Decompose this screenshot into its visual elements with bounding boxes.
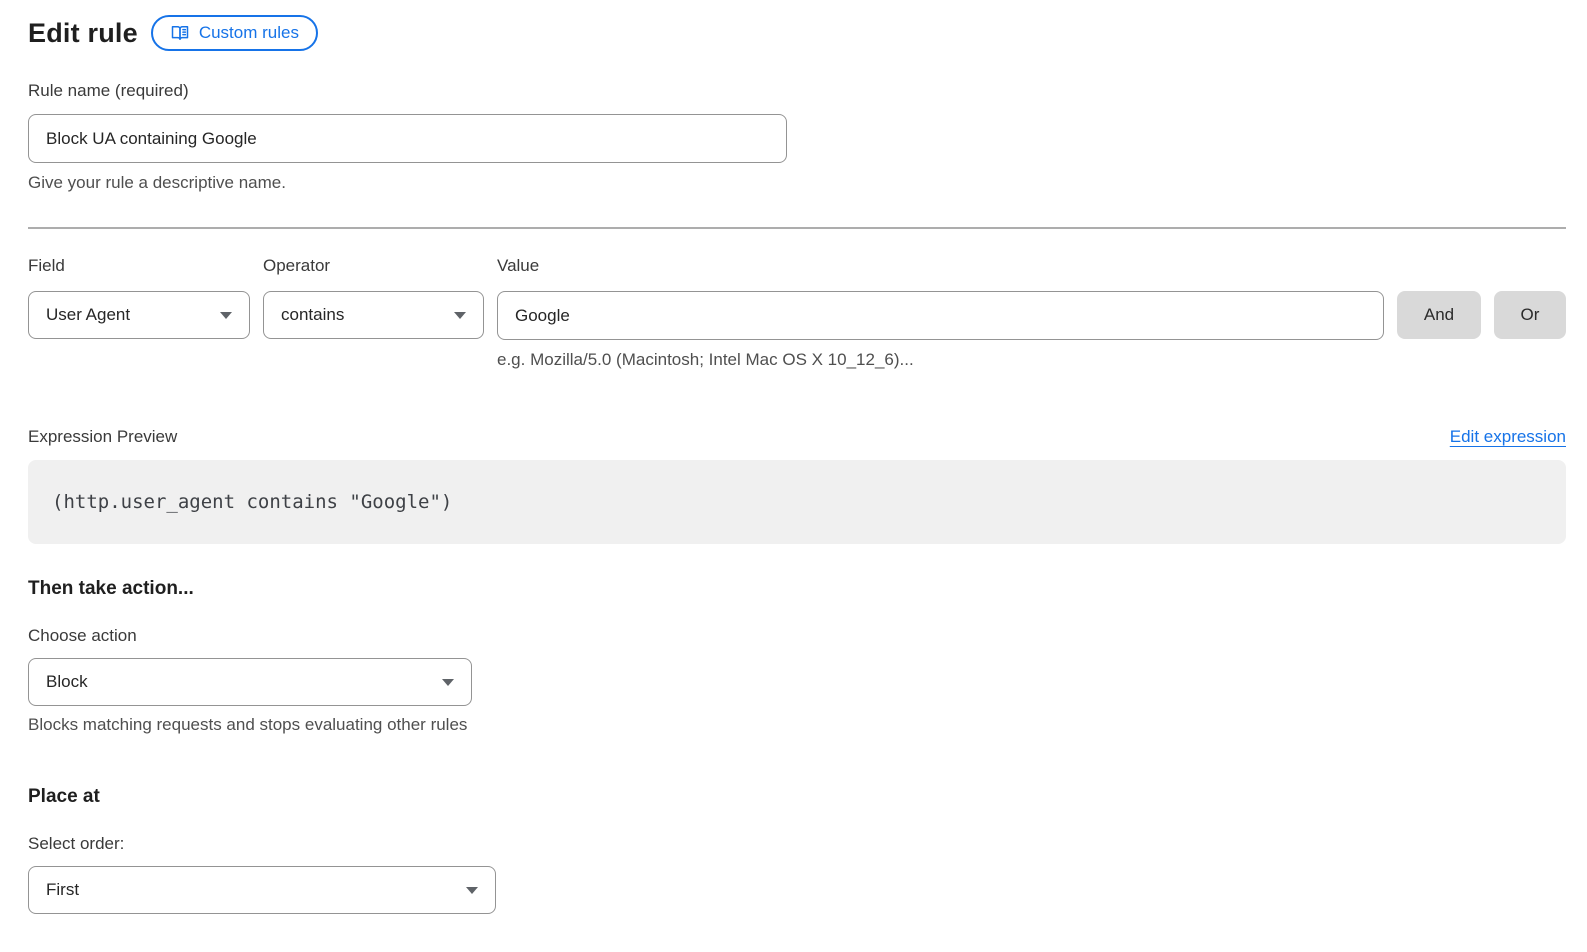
custom-rules-button[interactable]: Custom rules (151, 15, 318, 51)
value-input[interactable] (497, 291, 1384, 340)
expression-code: (http.user_agent contains "Google") (52, 491, 452, 513)
operator-select-value: contains (281, 305, 344, 325)
custom-rules-button-label: Custom rules (199, 23, 299, 43)
action-help: Blocks matching requests and stops evalu… (28, 715, 1566, 735)
value-label: Value (497, 256, 1384, 276)
field-label: Field (28, 256, 250, 276)
placement-section: Place at Select order: First (28, 786, 1566, 914)
placement-heading: Place at (28, 786, 1566, 808)
caret-down-icon (220, 312, 232, 319)
section-divider (28, 227, 1566, 229)
rule-name-section: Rule name (required) Give your rule a de… (28, 81, 1566, 193)
caret-down-icon (466, 887, 478, 894)
action-select-value: Block (46, 672, 88, 692)
page-title: Edit rule (28, 18, 138, 49)
action-select[interactable]: Block (28, 658, 472, 706)
operator-column: Operator contains (263, 256, 484, 339)
field-select[interactable]: User Agent (28, 291, 250, 339)
rule-name-input[interactable] (28, 114, 787, 163)
expression-builder-row: Field User Agent Operator contains Value… (28, 256, 1566, 370)
page-header: Edit rule Custom rules (28, 15, 1566, 51)
expression-preview-label: Expression Preview (28, 427, 177, 447)
placement-label: Select order: (28, 834, 1566, 854)
order-select-value: First (46, 880, 79, 900)
caret-down-icon (442, 679, 454, 686)
value-column: Value e.g. Mozilla/5.0 (Macintosh; Intel… (497, 256, 1384, 370)
order-select[interactable]: First (28, 866, 496, 914)
operator-label: Operator (263, 256, 484, 276)
field-column: Field User Agent (28, 256, 250, 339)
caret-down-icon (454, 312, 466, 319)
and-button[interactable]: And (1397, 291, 1481, 339)
action-heading: Then take action... (28, 578, 1566, 600)
rule-name-help: Give your rule a descriptive name. (28, 173, 1566, 193)
operator-select[interactable]: contains (263, 291, 484, 339)
edit-expression-link[interactable]: Edit expression (1450, 427, 1566, 447)
edit-rule-form: Edit rule Custom rules Rule name (requir… (0, 0, 1587, 914)
book-icon (170, 23, 190, 43)
or-button[interactable]: Or (1494, 291, 1566, 339)
field-select-value: User Agent (46, 305, 130, 325)
action-section: Then take action... Choose action Block … (28, 578, 1566, 735)
expression-preview-header: Expression Preview Edit expression (28, 427, 1566, 447)
action-label: Choose action (28, 626, 1566, 646)
expression-preview-box: (http.user_agent contains "Google") (28, 460, 1566, 544)
rule-name-label: Rule name (required) (28, 81, 1566, 101)
value-help: e.g. Mozilla/5.0 (Macintosh; Intel Mac O… (497, 350, 1384, 370)
